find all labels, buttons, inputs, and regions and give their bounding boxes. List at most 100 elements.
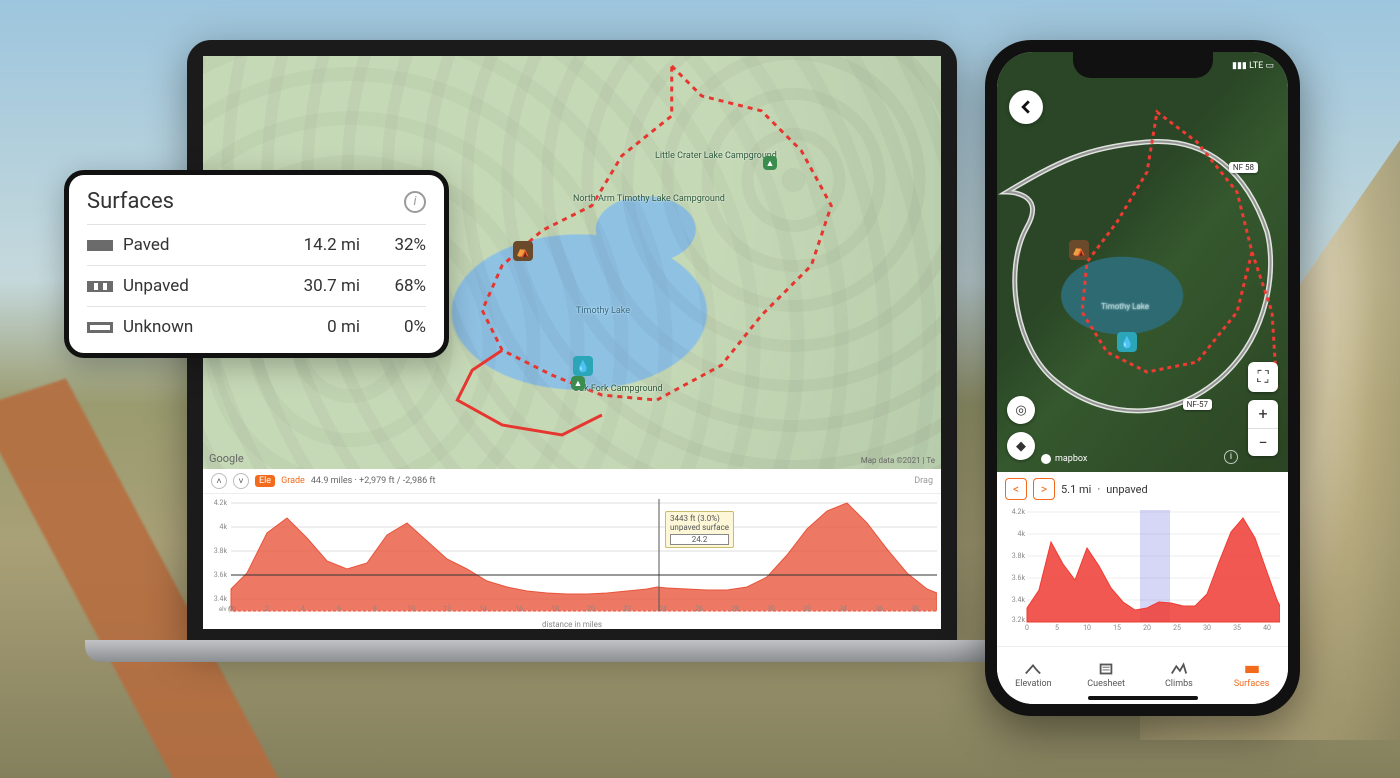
surface-distance: 14.2 mi — [280, 235, 360, 255]
water-icon[interactable]: 💧 — [573, 356, 593, 376]
tab-elevation[interactable]: Elevation — [997, 647, 1070, 704]
camp-icon[interactable]: ⛺ — [1069, 240, 1089, 260]
map-attribution-data: Map data ©2021 | Te — [861, 456, 935, 465]
tooltip-mile: 24.2 — [670, 534, 729, 545]
svg-text:34: 34 — [839, 605, 847, 613]
elevation-panel: ˄ ˅ Ele Grade 44.9 miles · +2,979 ft / -… — [203, 469, 941, 629]
svg-text:4.2k: 4.2k — [1012, 508, 1026, 516]
y-tick: 4.2k — [214, 499, 228, 507]
cuesheet-icon — [1097, 662, 1115, 676]
surface-row-unpaved: Unpaved 30.7 mi 68% — [87, 265, 426, 306]
surface-row-unknown: Unknown 0 mi 0% — [87, 306, 426, 347]
surface-label: Paved — [123, 235, 274, 255]
map-attribution-mapbox: mapbox — [1041, 454, 1087, 464]
elevation-tooltip: 3443 ft (3.0%) unpaved surface 24.2 — [665, 511, 734, 548]
y-tick: 3.8k — [214, 547, 228, 555]
laptop-device: Timothy Lake North Arm Timothy Lake Camp… — [85, 40, 970, 720]
tab-label: Cuesheet — [1087, 679, 1125, 689]
paved-swatch-icon — [87, 240, 113, 251]
svg-text:20: 20 — [587, 605, 595, 613]
fullscreen-button[interactable]: ⛶ — [1248, 362, 1278, 392]
locate-button[interactable]: ◎ — [1007, 396, 1035, 424]
svg-text:0: 0 — [229, 605, 233, 613]
zoom-in-button[interactable]: + — [1248, 400, 1278, 428]
signal-icon: ▮▮▮ — [1232, 61, 1247, 71]
statusbar-right: ▮▮▮ LTE ▭ — [1232, 61, 1274, 71]
phone-elevation-panel: < > 5.1 mi · unpaved — [997, 472, 1288, 647]
dot-separator: · — [1097, 483, 1100, 496]
campground-label-north-arm: North Arm Timothy Lake Campground — [573, 194, 725, 204]
svg-text:8: 8 — [373, 605, 377, 613]
back-button[interactable] — [1009, 90, 1043, 124]
phone-lake-label: Timothy Lake — [1101, 302, 1149, 311]
elevation-icon — [1024, 662, 1042, 676]
laptop-base — [85, 640, 1065, 662]
phone-route-map[interactable]: NF 58 NF-57 Timothy Lake ⛺ 💧 ◎ ◆ ⛶ + − m… — [997, 52, 1288, 472]
svg-text:35: 35 — [1233, 624, 1241, 632]
campground-icon[interactable]: ▲ — [763, 156, 777, 170]
battery-icon: ▭ — [1265, 61, 1274, 71]
home-indicator[interactable] — [1088, 696, 1198, 700]
surfaces-popup: Surfaces i Paved 14.2 mi 32% Unpaved 30.… — [64, 170, 449, 358]
surface-distance: 0 mi — [280, 317, 360, 337]
svg-text:30: 30 — [767, 605, 775, 613]
campground-icon[interactable]: ▲ — [571, 376, 585, 390]
unpaved-swatch-icon — [87, 281, 113, 292]
grade-chip[interactable]: Grade — [281, 476, 305, 486]
route-stats: 44.9 miles · +2,979 ft / -2,986 ft — [311, 476, 436, 486]
camp-icon[interactable]: ⛺ — [513, 241, 533, 261]
svg-text:16: 16 — [515, 605, 523, 613]
water-icon[interactable]: 💧 — [1117, 332, 1137, 352]
unknown-swatch-icon — [87, 322, 113, 333]
campground-label-oak-fork: Oak Fork Campground — [573, 384, 663, 394]
svg-text:22: 22 — [623, 605, 631, 613]
zoom-control: + − — [1248, 400, 1278, 456]
segment-distance: 5.1 mi — [1061, 483, 1091, 496]
svg-text:26: 26 — [695, 605, 703, 613]
svg-text:10: 10 — [1083, 624, 1091, 632]
svg-text:6: 6 — [337, 605, 341, 613]
svg-text:0: 0 — [1025, 624, 1029, 632]
svg-text:3.2k: 3.2k — [1012, 616, 1026, 624]
svg-text:32: 32 — [803, 605, 811, 613]
tab-surfaces[interactable]: Surfaces — [1215, 647, 1288, 704]
prev-segment-button[interactable]: < — [1005, 478, 1027, 500]
map-info-icon[interactable]: i — [1224, 450, 1238, 464]
tooltip-surface: unpaved surface — [670, 523, 729, 532]
surface-label: Unknown — [123, 317, 274, 337]
zoom-out-button[interactable]: − — [1248, 428, 1278, 457]
surface-row-paved: Paved 14.2 mi 32% — [87, 224, 426, 265]
svg-text:14: 14 — [479, 605, 487, 613]
phone-elevation-chart[interactable]: 4.2k 4k 3.8k 3.6k 3.4k 3.2k 0 5 10 15 — [1005, 502, 1280, 632]
svg-text:10: 10 — [407, 605, 415, 613]
info-icon[interactable]: i — [404, 191, 426, 213]
y-tick: 3.6k — [214, 571, 228, 579]
segment-surface: unpaved — [1106, 483, 1148, 496]
map-attribution-google: Google — [209, 452, 244, 465]
elevation-chart[interactable]: 4.2k 4k 3.8k 3.6k 3.4k elv (ft) — [207, 493, 937, 613]
chevron-left-icon — [1019, 100, 1033, 114]
ele-chip[interactable]: Ele — [255, 475, 275, 487]
svg-text:3.6k: 3.6k — [1012, 574, 1026, 582]
surfaces-icon — [1243, 662, 1261, 676]
svg-text:28: 28 — [731, 605, 739, 613]
chevron-down-icon[interactable]: ˅ — [233, 473, 249, 489]
svg-text:15: 15 — [1113, 624, 1121, 632]
chevron-up-icon[interactable]: ˄ — [211, 473, 227, 489]
surface-label: Unpaved — [123, 276, 274, 296]
phone-screen: ▮▮▮ LTE ▭ NF 58 NF-57 — [997, 52, 1288, 704]
next-segment-button[interactable]: > — [1033, 478, 1055, 500]
surfaces-title: Surfaces — [87, 189, 174, 214]
layers-button[interactable]: ◆ — [1007, 432, 1035, 460]
drag-hint: Drag — [914, 476, 933, 486]
svg-text:30: 30 — [1203, 624, 1211, 632]
network-label: LTE — [1249, 61, 1263, 71]
tab-label: Climbs — [1165, 679, 1193, 689]
tab-label: Surfaces — [1234, 679, 1270, 689]
climbs-icon — [1170, 662, 1188, 676]
surface-percent: 0% — [366, 317, 426, 337]
x-axis-label: distance in miles — [203, 620, 941, 629]
hero-stage: Timothy Lake North Arm Timothy Lake Camp… — [0, 0, 1400, 778]
segment-stepper: < > 5.1 mi · unpaved — [1005, 478, 1280, 500]
tooltip-elevation: 3443 ft (3.0%) — [670, 514, 720, 523]
